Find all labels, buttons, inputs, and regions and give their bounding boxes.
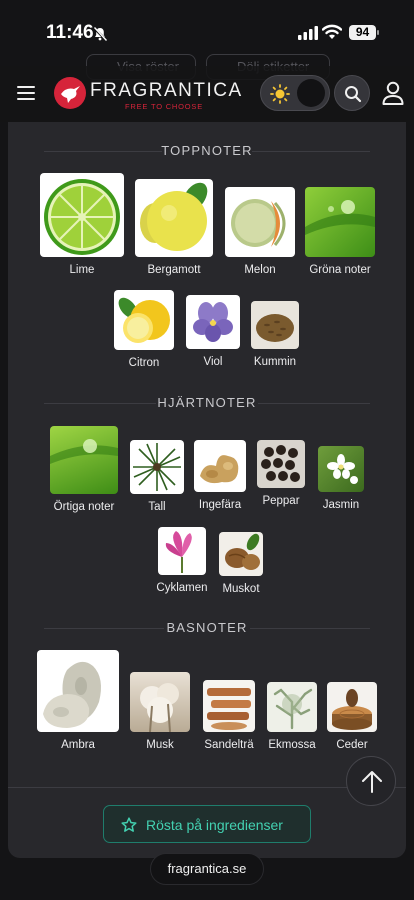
note-muskot[interactable]: Muskot	[216, 532, 266, 595]
melon-image	[225, 187, 295, 257]
herbal-notes-image	[50, 426, 118, 494]
note-label: Gröna noter	[309, 264, 371, 276]
note-label: Kummin	[253, 356, 297, 368]
vote-button-label: Rösta på ingredienser	[146, 817, 283, 833]
sandalwood-image	[203, 680, 255, 732]
base-notes-heading: BASNOTER	[8, 620, 406, 635]
note-sandeltra[interactable]: Sandelträ	[201, 680, 257, 751]
note-label: Ambra	[61, 739, 95, 751]
note-lime[interactable]: Lime	[40, 173, 124, 276]
note-label: Bergamott	[147, 264, 201, 276]
note-label: Muskot	[222, 583, 260, 595]
brand-tagline: FREE TO CHOOSE	[125, 102, 204, 111]
note-label: Ekmossa	[268, 739, 316, 751]
note-jasmin[interactable]: Jasmin	[314, 446, 368, 511]
pine-image	[130, 440, 184, 494]
cedar-image	[327, 682, 377, 732]
brand-logo-icon[interactable]	[54, 77, 86, 109]
vote-ingredients-button[interactable]: Rösta på ingredienser	[103, 805, 311, 843]
browser-url-bar[interactable]: fragrantica.se	[150, 853, 264, 885]
note-label: Sandelträ	[204, 739, 254, 751]
brand-name[interactable]: FRAGRANTICA	[90, 80, 243, 102]
note-grona-noter[interactable]: Gröna noter	[305, 187, 375, 276]
musk-image	[130, 672, 190, 732]
note-kummin[interactable]: Kummin	[250, 301, 300, 368]
note-bergamott[interactable]: Bergamott	[135, 179, 213, 276]
cyclamen-image	[158, 527, 206, 575]
note-label: Peppar	[262, 495, 300, 507]
note-label: Lime	[69, 264, 95, 276]
bergamot-image	[135, 179, 213, 257]
violet-image	[186, 295, 240, 349]
heart-notes-heading: HJÄRTNOTER	[8, 395, 406, 410]
lemon-image	[114, 290, 174, 350]
note-label: Viol	[203, 356, 223, 368]
site-header: FRAGRANTICA FREE TO CHOOSE	[0, 66, 414, 122]
note-label: Örtiga noter	[53, 501, 115, 513]
note-label: Citron	[128, 357, 160, 369]
note-ingefara[interactable]: Ingefära	[193, 440, 247, 511]
user-icon[interactable]	[381, 80, 405, 106]
note-label: Cyklamen	[156, 582, 208, 594]
note-label: Musk	[146, 739, 174, 751]
battery-indicator: 94	[349, 25, 379, 40]
notes-pyramid-panel: TOPPNOTER Lime Bergamott Melon Gröna not…	[8, 122, 406, 858]
note-label: Jasmin	[322, 499, 360, 511]
top-notes-heading: TOPPNOTER	[8, 143, 406, 158]
note-ambra[interactable]: Ambra	[37, 650, 119, 751]
ginger-image	[194, 440, 246, 492]
lime-image	[40, 173, 124, 257]
green-notes-image	[305, 187, 375, 257]
note-citron[interactable]: Citron	[114, 290, 174, 369]
arrow-up-icon	[362, 771, 382, 793]
oakmoss-image	[267, 682, 317, 732]
note-cyklamen[interactable]: Cyklamen	[152, 527, 212, 594]
note-ceder[interactable]: Ceder	[326, 682, 378, 751]
scroll-to-top-button[interactable]	[346, 756, 396, 806]
note-label: Melon	[244, 264, 276, 276]
bell-muted-icon	[93, 27, 108, 41]
note-label: Ingefära	[198, 499, 242, 511]
wifi-icon	[322, 24, 342, 39]
sun-icon[interactable]	[270, 84, 290, 104]
moon-toggle-knob[interactable]	[297, 79, 325, 107]
moon-icon	[305, 85, 313, 101]
jasmine-image	[318, 446, 364, 492]
note-label: Ceder	[336, 739, 368, 751]
pepper-image	[257, 440, 305, 488]
theme-toggle[interactable]	[260, 75, 330, 111]
note-musk[interactable]: Musk	[130, 672, 190, 751]
note-label: Tall	[148, 501, 166, 513]
nutmeg-image	[219, 532, 263, 576]
signal-icon	[298, 26, 318, 40]
status-bar: 11:46 94	[0, 0, 414, 62]
star-icon	[121, 817, 137, 832]
note-tall[interactable]: Tall	[130, 440, 184, 513]
note-ortiga-noter[interactable]: Örtiga noter	[44, 426, 124, 513]
note-melon[interactable]: Melon	[225, 187, 295, 276]
status-time: 11:46	[46, 22, 94, 43]
note-ekmossa[interactable]: Ekmossa	[264, 682, 320, 751]
search-icon	[345, 86, 362, 103]
ambergris-image	[37, 650, 119, 732]
note-peppar[interactable]: Peppar	[256, 440, 306, 507]
menu-icon[interactable]	[17, 86, 37, 100]
cumin-image	[251, 301, 299, 349]
search-button[interactable]	[334, 75, 370, 111]
note-viol[interactable]: Viol	[186, 295, 240, 368]
